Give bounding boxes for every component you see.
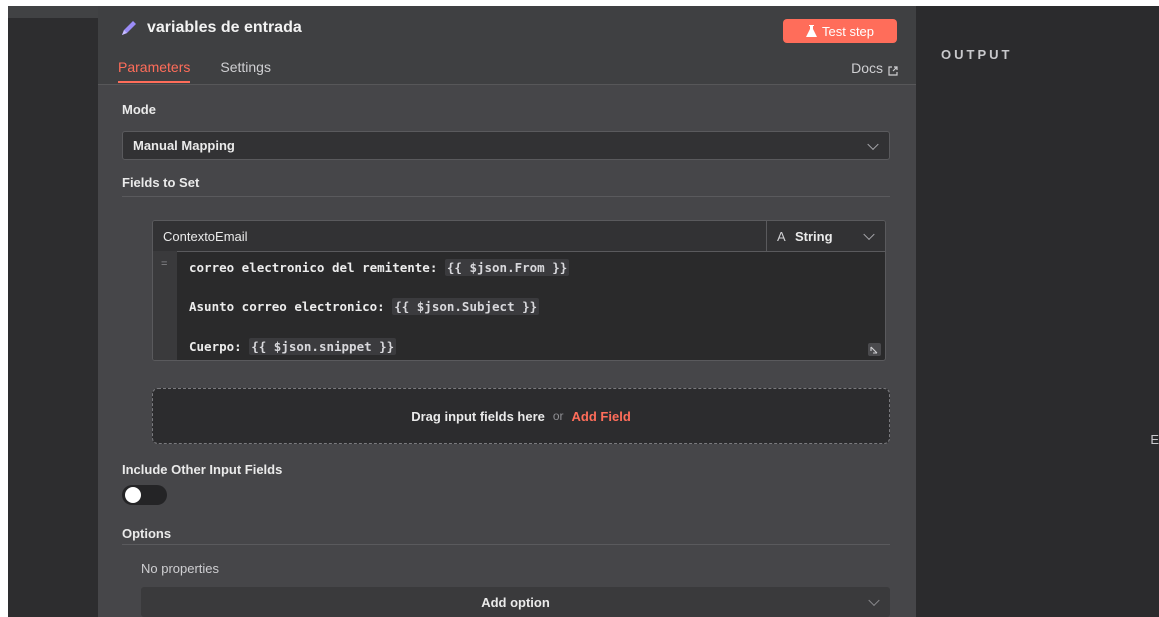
code-text: Cuerpo:: [189, 339, 250, 354]
no-properties-text: No properties: [141, 561, 220, 576]
include-other-fields-label: Include Other Input Fields: [122, 462, 283, 477]
chevron-down-icon: [868, 594, 880, 607]
output-pane: OUTPUT E: [916, 6, 1159, 617]
node-title[interactable]: variables de entrada: [147, 19, 302, 37]
drop-zone[interactable]: Drag input fields here or Add Field: [152, 388, 890, 444]
add-option-label: Add option: [481, 594, 550, 610]
code-text: correo electronico del remitente:: [189, 260, 445, 275]
app-window: variables de entrada Test step Parameter…: [8, 6, 1159, 617]
panel-tabs: Parameters Settings: [118, 59, 301, 83]
chevron-down-icon: [867, 138, 879, 150]
code-line[interactable]: correo electronico del remitente: {{ $js…: [189, 259, 570, 276]
dropzone-text: Drag input fields here: [411, 408, 545, 424]
field-type-value: String: [795, 229, 833, 244]
expression: {{ $json.Subject }}: [392, 298, 540, 315]
chevron-down-icon: [863, 228, 875, 241]
add-option-button[interactable]: Add option: [141, 587, 890, 617]
code-line[interactable]: Asunto correo electronico: {{ $json.Subj…: [189, 298, 540, 315]
equals-icon: =: [161, 258, 168, 270]
include-other-fields-toggle[interactable]: [122, 485, 167, 505]
test-step-label: Test step: [821, 23, 875, 39]
mode-value: Manual Mapping: [133, 138, 235, 153]
string-type-icon: A: [777, 229, 786, 244]
tab-settings[interactable]: Settings: [220, 59, 271, 83]
field-type-select[interactable]: A String: [766, 221, 885, 251]
divider: [122, 196, 890, 197]
fields-to-set-label: Fields to Set: [122, 175, 200, 190]
field-name-input[interactable]: ContextoEmail: [163, 229, 248, 244]
field-assignment: ContextoEmail A String = correo electron…: [152, 220, 886, 361]
expression: {{ $json.snippet }}: [249, 338, 397, 355]
field-header: ContextoEmail A String: [153, 221, 885, 252]
expand-editor-icon[interactable]: [868, 343, 881, 356]
output-edge-text: E: [1150, 432, 1159, 447]
docs-label: Docs: [851, 60, 883, 76]
tab-parameters[interactable]: Parameters: [118, 59, 191, 83]
node-parameters-panel: variables de entrada Test step Parameter…: [98, 6, 916, 617]
output-label: OUTPUT: [941, 47, 1013, 62]
add-field-link[interactable]: Add Field: [572, 409, 631, 424]
mode-select[interactable]: Manual Mapping: [122, 131, 890, 160]
code-text: Asunto correo electronico:: [189, 299, 393, 314]
mode-label: Mode: [122, 102, 156, 117]
toggle-knob: [125, 487, 141, 503]
pencil-icon: [119, 18, 139, 38]
code-line[interactable]: Cuerpo: {{ $json.snippet }}: [189, 338, 397, 355]
flask-icon: [805, 25, 817, 37]
dropzone-or: or: [552, 409, 564, 423]
expression: {{ $json.From }}: [444, 259, 570, 276]
panel-header: variables de entrada Test step Parameter…: [98, 6, 916, 85]
options-label: Options: [122, 526, 172, 541]
node-title-row[interactable]: variables de entrada: [119, 18, 302, 38]
docs-link[interactable]: Docs: [851, 60, 898, 76]
editor-gutter: =: [153, 251, 177, 360]
divider: [122, 544, 890, 545]
external-link-icon: [888, 63, 898, 76]
test-step-button[interactable]: Test step: [783, 19, 897, 43]
